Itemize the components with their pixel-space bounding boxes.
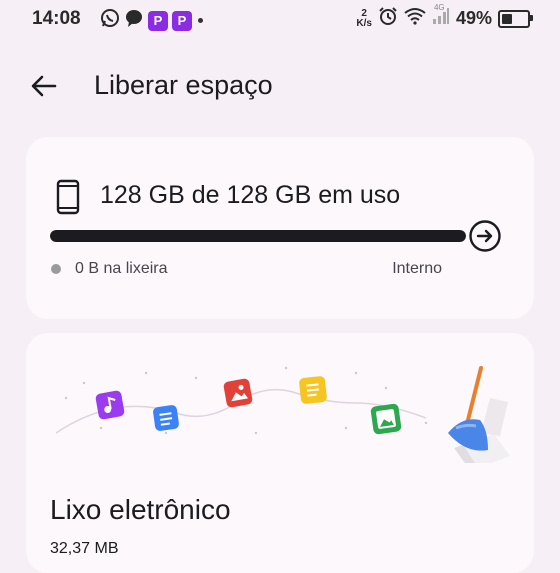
battery-icon xyxy=(498,9,533,28)
storage-progress-bar xyxy=(50,230,466,242)
status-bar: 14:08 P P 2 K/s 4G 49% xyxy=(0,0,560,40)
net-speed: 2 K/s xyxy=(356,7,372,29)
storage-progress-fill xyxy=(50,230,466,242)
notes-file-icon xyxy=(299,376,327,404)
notification-icons: P P xyxy=(100,8,203,33)
signal-icon: 4G xyxy=(432,3,450,30)
alarm-icon xyxy=(378,6,398,31)
wifi-icon xyxy=(404,7,426,30)
broom-icon xyxy=(448,366,510,463)
trash-legend-dot xyxy=(51,264,61,274)
status-time: 14:08 xyxy=(32,8,81,29)
junk-size: 32,37 MB xyxy=(50,540,119,557)
music-file-icon xyxy=(95,390,125,420)
trash-label: 0 B na lixeira xyxy=(75,260,168,277)
internal-label: Interno xyxy=(392,260,442,277)
back-button[interactable] xyxy=(28,72,60,104)
arrow-right-circle-icon xyxy=(468,220,502,257)
app-badge-icon: P xyxy=(148,10,168,31)
whatsapp-icon xyxy=(100,8,120,33)
document-file-icon xyxy=(153,405,179,431)
app-badge-icon: P xyxy=(172,10,192,31)
page-title: Liberar espaço xyxy=(94,70,273,100)
storage-card[interactable]: 128 GB de 128 GB em uso 0 B na lixeira I… xyxy=(26,137,534,319)
storage-details-button[interactable] xyxy=(468,219,502,253)
junk-illustration xyxy=(55,366,510,463)
more-notifications-dot xyxy=(198,18,203,23)
gallery-file-icon xyxy=(370,403,402,435)
phone-icon xyxy=(56,179,80,220)
battery-percent: 49% xyxy=(455,8,492,28)
system-icons: 2 K/s 4G 49% xyxy=(356,3,533,31)
junk-card[interactable]: Lixo eletrônico 32,37 MB xyxy=(26,333,534,573)
junk-title: Lixo eletrônico xyxy=(50,494,231,525)
image-file-icon xyxy=(223,378,253,408)
back-arrow-icon xyxy=(30,72,58,105)
battery-level xyxy=(502,13,512,24)
storage-usage-text: 128 GB de 128 GB em uso xyxy=(100,181,401,209)
chat-bubble-icon xyxy=(124,8,144,33)
